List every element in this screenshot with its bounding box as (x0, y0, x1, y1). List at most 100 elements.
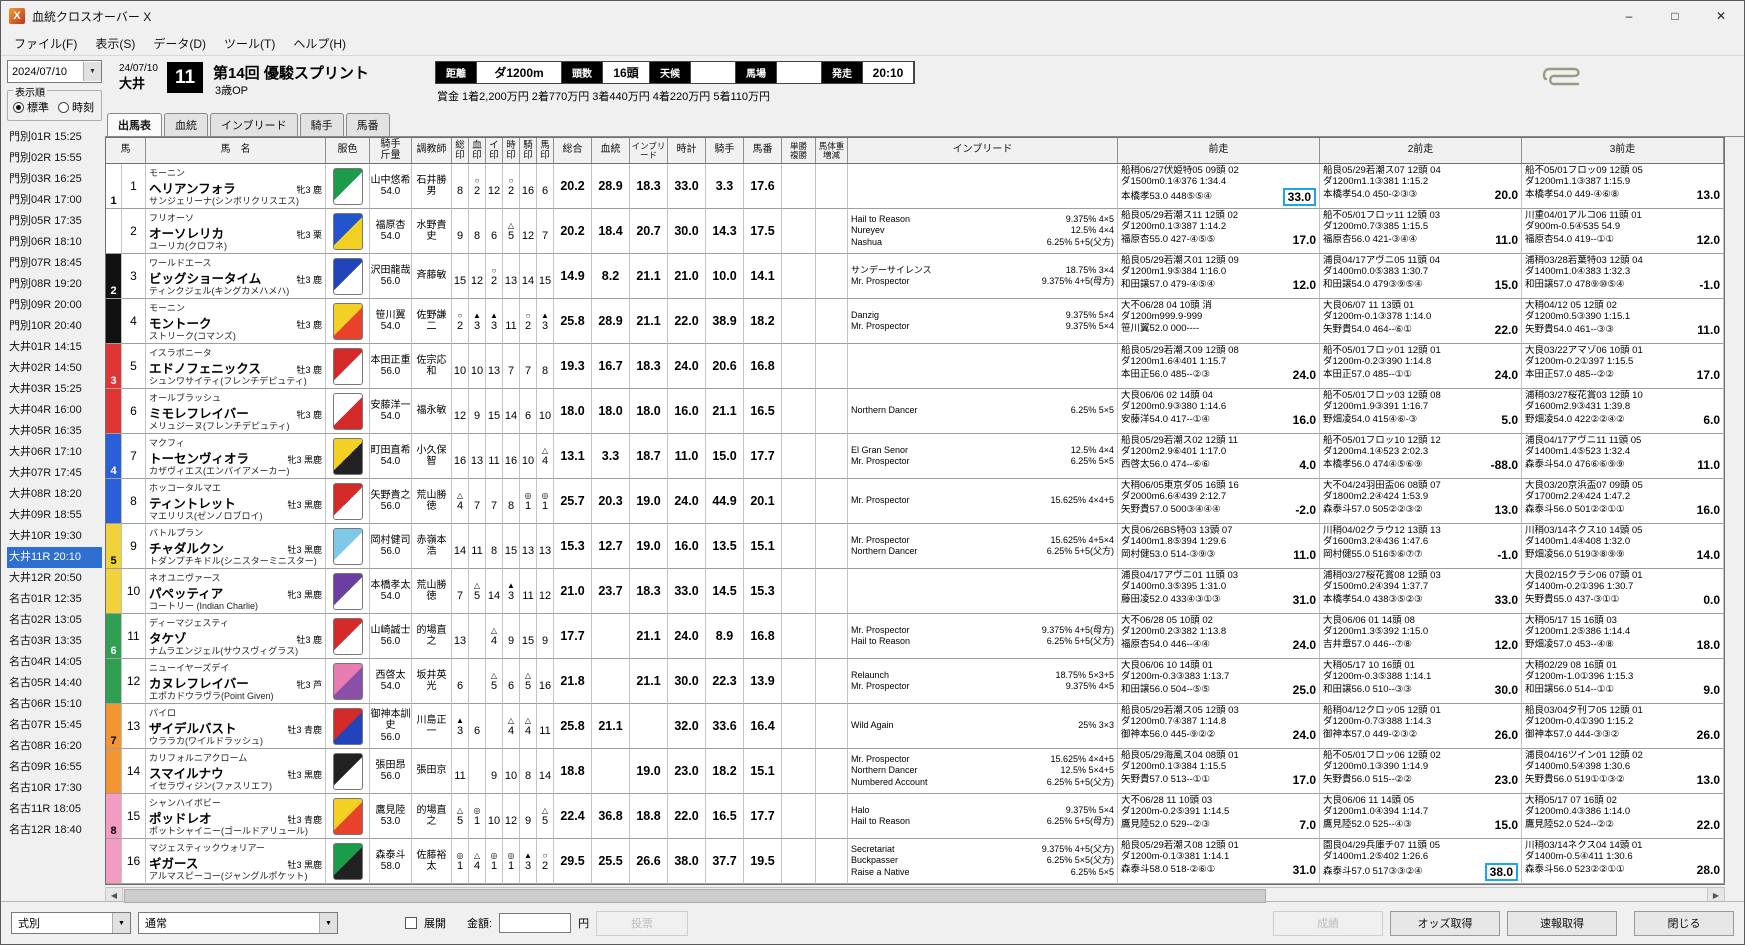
prev-race-score: 33.0 (1282, 187, 1316, 207)
race-list-item[interactable]: 門別09R 20:00 (7, 295, 102, 316)
race-list-item[interactable]: 大井04R 16:00 (7, 400, 102, 421)
race-list-item[interactable]: 門別08R 19:20 (7, 274, 102, 295)
score-cell: 18.0 (554, 389, 592, 434)
horse-name: ビッグショータイム (149, 271, 262, 285)
prev-race-result: 藤田凌52.0 433④③①③ 31.0 (1121, 593, 1316, 607)
weight-change-cell (816, 254, 848, 299)
race-list-item[interactable]: 大井02R 14:50 (7, 358, 102, 379)
tab-kettou[interactable]: 血統 (164, 113, 208, 136)
expand-checkbox[interactable] (405, 917, 417, 929)
race-list-item[interactable]: 名古04R 14:05 (7, 652, 102, 673)
bet-type-select[interactable]: 式別 ▼ (11, 912, 131, 934)
inbreed-cell (848, 569, 1118, 614)
order-radio-時刻[interactable]: 時刻 (58, 99, 94, 115)
trainer-cell: 水野貴史 (412, 209, 452, 254)
prev-race-header: 大不06/28 04 10頭 消 (1121, 300, 1212, 311)
score-cell: 23.0 (668, 749, 706, 794)
horse-number-cell: 7 (122, 434, 146, 479)
horse-name: ギガース (149, 856, 199, 870)
trainer-cell: 斉藤敏 (412, 254, 452, 299)
scroll-left-icon[interactable]: ◀ (106, 888, 123, 902)
chevron-down-icon[interactable]: ▼ (112, 913, 130, 933)
mark-cell: △ 5 (503, 209, 520, 254)
amount-input[interactable] (499, 913, 572, 933)
menu-data[interactable]: データ(D) (144, 32, 215, 55)
menu-view[interactable]: 表示(S) (86, 32, 144, 55)
race-list-item[interactable]: 名古06R 15:10 (7, 694, 102, 715)
scrollbar-track[interactable] (123, 888, 1707, 903)
inbreed-value: 9.375% 5×4 (1065, 309, 1114, 320)
prev-race-score: 13.0 (1696, 187, 1720, 202)
mark-symbol: △ (456, 805, 464, 815)
race-list-item[interactable]: 大井10R 19:30 (7, 526, 102, 547)
race-list-item[interactable]: 名古12R 18:40 (7, 820, 102, 841)
odds-fetch-button[interactable]: オッズ取得 (1390, 910, 1500, 936)
race-list-item[interactable]: 門別10R 20:40 (7, 316, 102, 337)
race-list-item[interactable]: 門別03R 16:25 (7, 169, 102, 190)
inbreed-line: Danzig 9.375% 5×4 (851, 310, 1114, 321)
race-list-item[interactable]: 大井09R 18:55 (7, 505, 102, 526)
race-list-item[interactable]: 門別05R 17:35 (7, 211, 102, 232)
close-button[interactable]: 閉じる (1634, 910, 1734, 936)
menu-help[interactable]: ヘルプ(H) (284, 32, 355, 55)
race-list-item[interactable]: 名古09R 16:55 (7, 757, 102, 778)
race-list-item[interactable]: 名古08R 16:20 (7, 736, 102, 757)
race-list-item[interactable]: 大井06R 17:10 (7, 442, 102, 463)
menu-tools[interactable]: ツール(T) (215, 32, 284, 55)
tab-shutsubahyo[interactable]: 出馬表 (107, 113, 162, 136)
bet-mode-select[interactable]: 通常 ▼ (138, 912, 338, 934)
mark-rank: 5 (507, 229, 515, 242)
mark-rank: 7 (541, 229, 549, 242)
score-cell: 14.1 (744, 254, 782, 299)
race-list-item[interactable]: 名古01R 12:35 (7, 589, 102, 610)
race-list-item[interactable]: 大井12R 20:50 (7, 568, 102, 589)
race-list-item[interactable]: 門別02R 15:55 (7, 148, 102, 169)
mark-rank: 4 (507, 724, 515, 737)
chevron-down-icon[interactable]: ▼ (83, 62, 101, 81)
flash-fetch-button[interactable]: 速報取得 (1507, 910, 1617, 936)
sex-age-coat: 牝3 黒鹿 (287, 589, 322, 600)
tab-umaban[interactable]: 馬番 (345, 113, 390, 136)
close-window-button[interactable]: ✕ (1698, 1, 1744, 31)
race-list-item[interactable]: 大井07R 17:45 (7, 463, 102, 484)
race-list-item[interactable]: 大井01R 14:15 (7, 337, 102, 358)
silks-cell (326, 839, 370, 884)
jockey-weight: 54.0 (380, 591, 401, 602)
horizontal-scrollbar[interactable]: ◀ ▶ (105, 887, 1725, 903)
race-list-item[interactable]: 名古11R 18:05 (7, 799, 102, 820)
order-radio-標準[interactable]: 標準 (13, 99, 49, 115)
mark-rank: 12 (470, 274, 484, 287)
tab-kishu[interactable]: 騎手 (299, 113, 344, 136)
race-list-item[interactable]: 名古07R 15:45 (7, 715, 102, 736)
prev-race-score: 18.0 (1696, 637, 1720, 652)
race-list-item[interactable]: 名古05R 14:40 (7, 673, 102, 694)
tab-inbreed[interactable]: インブリード (210, 113, 298, 136)
minimize-button[interactable]: – (1606, 1, 1652, 31)
prev-race-header: 大良03/22アマゾ06 10頭 01 (1525, 345, 1643, 356)
horse-number-cell: 5 (122, 344, 146, 389)
race-list-item[interactable]: 名古10R 17:30 (7, 778, 102, 799)
race-list-item[interactable]: 大井03R 15:25 (7, 379, 102, 400)
race-list-item[interactable]: 名古03R 13:35 (7, 631, 102, 652)
race-list-item[interactable]: 門別04R 17:00 (7, 190, 102, 211)
prev-race-jockey: 鷹見陸52.0 529--②③ (1121, 819, 1210, 831)
race-list-item[interactable]: 大井08R 18:20 (7, 484, 102, 505)
date-select[interactable]: 2024/07/10 ▼ (7, 60, 102, 83)
column-header: インブリード (848, 138, 1118, 164)
score-cell: 21.1 (630, 299, 668, 344)
mark-symbol: ◎ (490, 850, 498, 860)
chevron-down-icon[interactable]: ▼ (319, 913, 337, 933)
race-list-item[interactable]: 名古02R 13:05 (7, 610, 102, 631)
mark-cell: ◎ 1 (469, 794, 486, 839)
race-list-item[interactable]: 門別07R 18:45 (7, 253, 102, 274)
scroll-right-icon[interactable]: ▶ (1707, 888, 1724, 902)
menu-file[interactable]: ファイル(F) (5, 32, 86, 55)
maximize-button[interactable]: □ (1652, 1, 1698, 31)
scrollbar-thumb[interactable] (124, 889, 1267, 903)
prev-race-result: 福原杏54.0 446--④④ 24.0 (1121, 638, 1316, 652)
race-list-item[interactable]: 門別01R 15:25 (7, 127, 102, 148)
race-list-item[interactable]: 大井11R 20:10 (7, 547, 102, 568)
race-list-item[interactable]: 門別06R 18:10 (7, 232, 102, 253)
yen-label: 円 (578, 918, 590, 930)
race-list-item[interactable]: 大井05R 16:35 (7, 421, 102, 442)
